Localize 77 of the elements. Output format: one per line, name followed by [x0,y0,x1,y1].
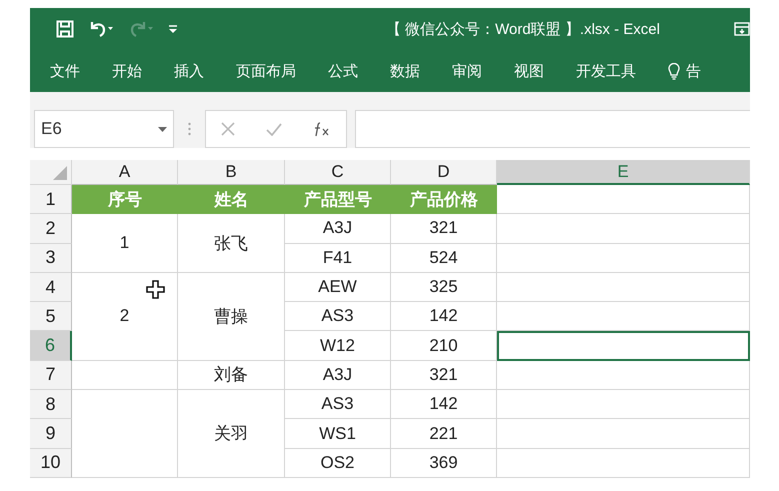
ribbon-tab[interactable]: 视图 [498,62,560,80]
table-cell: 关羽 [178,390,285,478]
ribbon-tab[interactable]: 审阅 [436,62,498,80]
empty-cell[interactable] [497,302,750,332]
table-header-cell: 产品价格 [391,185,497,214]
ribbon-display-icon[interactable] [734,22,750,36]
table-cell: 210 [391,331,497,361]
tell-me-tab[interactable]: 告 [652,62,701,80]
table-cell: 325 [391,272,497,302]
row-header[interactable]: 4 [30,272,72,302]
table-cell: OS2 [285,448,391,478]
cell-reference: E6 [41,119,62,139]
table-cell: 曹操 [178,272,285,361]
table-cell: 张飞 [178,214,285,273]
table-cell: AEW [285,272,391,302]
check-icon[interactable] [266,122,282,136]
save-icon[interactable] [56,20,74,38]
table-cell: F41 [285,244,391,273]
ribbon-tab[interactable]: 数据 [374,62,436,80]
row-header[interactable]: 10 [30,448,72,478]
table-cell: 321 [391,360,497,390]
row-header[interactable]: 7 [30,360,72,390]
plus-cursor-icon [146,280,166,300]
row-header[interactable]: 3 [30,244,72,273]
column-header[interactable]: C [285,160,391,185]
function-icon[interactable] [312,121,331,137]
formula-input[interactable] [355,110,750,148]
table-cell: AS3 [285,390,391,420]
table-cell: 221 [391,419,497,449]
row-header[interactable]: 1 [30,185,72,214]
row-header[interactable]: 5 [30,302,72,332]
table-header-cell: 姓名 [178,185,285,214]
ribbon-tab[interactable]: 公式 [312,62,374,80]
column-header[interactable]: A [72,160,178,185]
ribbon-tab[interactable]: 开发工具 [560,62,652,80]
ribbon-tab[interactable]: 文件 [34,62,96,80]
customize-icon[interactable] [168,24,178,34]
row-header[interactable]: 9 [30,419,72,449]
select-all-icon[interactable] [53,166,67,180]
ribbon-tab[interactable]: 页面布局 [220,62,312,80]
window-title: 【 微信公众号：Word联盟 】.xlsx - Excel [385,20,661,38]
name-box[interactable]: E6 [34,110,174,148]
caret-icon [158,126,167,132]
empty-cell[interactable] [497,272,750,302]
table-cell: W12 [285,331,391,361]
empty-cell[interactable] [497,448,750,478]
lightbulb-icon [668,62,680,80]
table-cell: 369 [391,448,497,478]
row-header[interactable]: 6 [30,331,72,361]
empty-cell[interactable] [497,360,750,390]
column-header[interactable]: E [497,160,750,185]
empty-cell[interactable] [497,244,750,273]
row-header[interactable]: 2 [30,214,72,244]
grip-icon[interactable] [188,122,191,136]
table-cell: AS3 [285,302,391,332]
table-header-cell: 序号 [72,185,178,214]
table-cell: WS1 [285,419,391,449]
cancel-icon[interactable] [221,122,236,136]
ribbon-tab[interactable]: 开始 [96,62,158,80]
empty-cell[interactable] [497,419,750,449]
column-header[interactable]: B [178,160,285,185]
table-header-cell: 产品型号 [285,185,391,214]
table-cell: A3J [285,360,391,390]
undo-icon[interactable] [88,20,114,38]
table-cell: A3J [285,214,391,244]
table-cell: 1 [72,214,178,273]
table-cell: 刘备 [178,360,285,390]
empty-cell[interactable] [497,390,750,420]
table-cell: 142 [391,390,497,420]
row-header[interactable]: 8 [30,390,72,420]
table-cell: 142 [391,302,497,332]
column-header[interactable]: D [391,160,497,185]
ribbon-tab[interactable]: 插入 [158,62,220,80]
table-cell: 321 [391,214,497,244]
active-cell[interactable] [497,331,750,361]
empty-cell[interactable] [497,214,750,244]
table-cell: 524 [391,244,497,273]
